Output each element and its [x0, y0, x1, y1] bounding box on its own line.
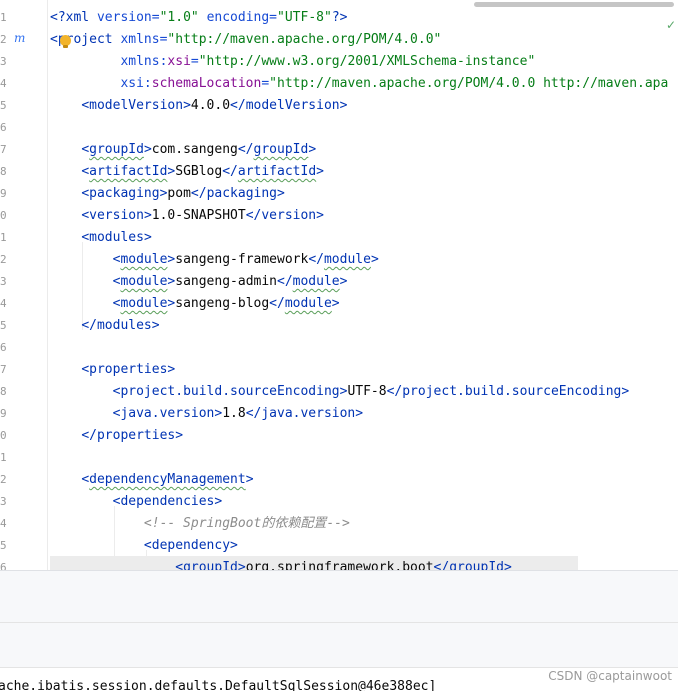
line-number: 1 [0, 231, 7, 244]
code-line: <groupId>org.springframework.boot</group… [175, 560, 512, 570]
code-line: xmlns:xsi="http://www.w3.org/2001/XMLSch… [120, 54, 536, 69]
line-number: 8 [0, 385, 7, 398]
code-line: </properties> [81, 428, 184, 443]
line-number: 3 [0, 55, 7, 68]
console-line: ache.ibatis.session.defaults.DefaultSqlS… [0, 679, 437, 691]
watermark: CSDN @captainwoot [548, 669, 672, 683]
line-number: 5 [0, 319, 7, 332]
code-line: <modules> [81, 230, 152, 245]
line-number: 4 [0, 297, 7, 310]
line-number: 4 [0, 517, 7, 530]
line-number: 2 [0, 253, 7, 266]
line-number: 1 [0, 11, 7, 24]
code-line: <project.build.sourceEncoding>UTF-8</pro… [112, 384, 630, 399]
line-number: 3 [0, 275, 7, 288]
code-line: <module>sangeng-blog</module> [112, 296, 340, 311]
code-line: <artifactId>SGBlog</artifactId> [81, 164, 324, 179]
line-number: 9 [0, 187, 7, 200]
line-number: 0 [0, 209, 7, 222]
code-line: <packaging>pom</packaging> [81, 186, 285, 201]
tool-window-strip [0, 570, 678, 623]
code-line: xsi:schemaLocation="http://maven.apache.… [120, 76, 669, 91]
code-line: <project xmlns="http://maven.apache.org/… [50, 32, 442, 47]
line-number: 3 [0, 495, 7, 508]
code-line: <groupId>com.sangeng</groupId> [81, 142, 317, 157]
code-line: <version>1.0-SNAPSHOT</version> [81, 208, 324, 223]
code-line: <dependencyManagement> [81, 472, 254, 487]
code-line: <dependencies> [112, 494, 223, 509]
line-number: 9 [0, 407, 7, 420]
line-number: 4 [0, 77, 7, 90]
code-area[interactable]: <?xml version="1.0" encoding="UTF-8"?> <p… [50, 0, 678, 570]
line-number: 0 [0, 429, 7, 442]
maven-icon[interactable]: m [14, 31, 25, 45]
code-line: <module>sangeng-admin</module> [112, 274, 348, 289]
line-number: 8 [0, 165, 7, 178]
code-editor[interactable]: ✓ 12345678901234567890123456 m <?xml ver… [0, 0, 678, 570]
tool-window-toolbar [0, 622, 678, 668]
line-number: 5 [0, 539, 7, 552]
code-line: <!-- SpringBoot的依赖配置--> [143, 516, 350, 531]
line-number: 6 [0, 341, 7, 354]
code-line: <properties> [81, 362, 176, 377]
line-number: 6 [0, 561, 7, 570]
code-line: <modelVersion>4.0.0</modelVersion> [81, 98, 348, 113]
code-line: <dependency> [143, 538, 238, 553]
code-line: <java.version>1.8</java.version> [112, 406, 364, 421]
lightbulb-icon[interactable] [60, 35, 71, 48]
code-line: <?xml version="1.0" encoding="UTF-8"?> [50, 10, 348, 25]
code-line: </modules> [81, 318, 160, 333]
line-number: 1 [0, 451, 7, 464]
line-number: 5 [0, 99, 7, 112]
line-number: 7 [0, 143, 7, 156]
line-number-gutter: 1 2 3 4 5 6 7 8 9 0 1 2 3 4 5 6 7 8 9 0 1 2 3 4 5 6 m [0, 0, 48, 570]
line-number: 2 [0, 473, 7, 486]
code-line: <module>sangeng-framework</module> [112, 252, 379, 267]
line-number: 6 [0, 121, 7, 134]
line-number: 2 [0, 33, 7, 46]
line-number: 7 [0, 363, 7, 376]
